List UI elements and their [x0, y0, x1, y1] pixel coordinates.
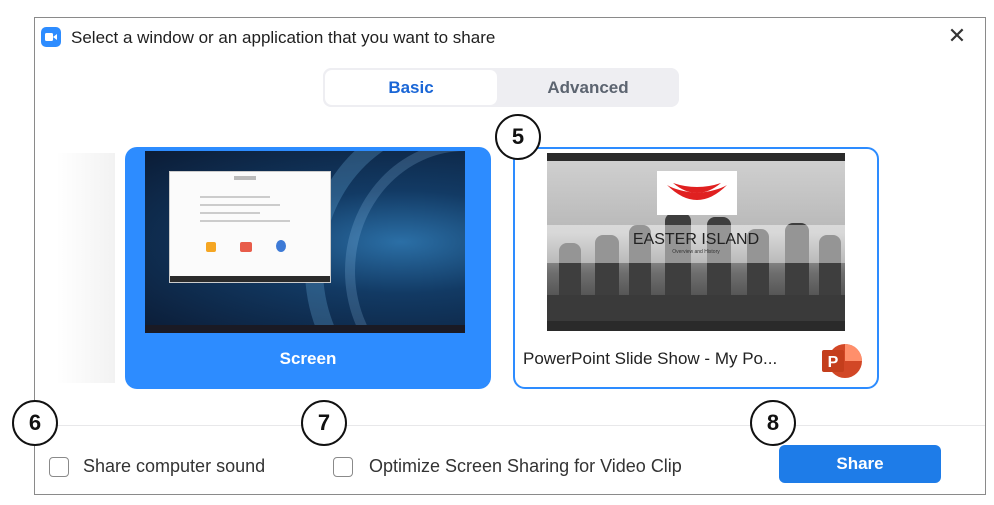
footer-divider	[35, 425, 985, 426]
share-option-powerpoint[interactable]: EASTER ISLAND Overview and History Power…	[513, 147, 879, 389]
share-option-screen[interactable]: Screen	[125, 147, 491, 389]
slide-title: EASTER ISLAND	[632, 231, 760, 248]
slide-subtitle: Overview and History	[672, 249, 720, 255]
share-sound-checkbox[interactable]	[49, 457, 69, 477]
share-sound-label: Share computer sound	[83, 456, 266, 476]
callout-badge-7: 7	[301, 400, 347, 446]
ppt-window-titlebar	[547, 153, 845, 161]
svg-text:P: P	[828, 354, 839, 371]
screen-label: Screen	[279, 349, 337, 368]
title-bar: Select a window or an application that y…	[35, 18, 985, 58]
tab-bar: Basic Advanced	[323, 68, 679, 107]
callout-badge-5: 5	[495, 114, 541, 160]
optimize-video-label: Optimize Screen Sharing for Video Clip	[369, 456, 682, 476]
desktop-window-preview	[169, 171, 331, 283]
tab-advanced[interactable]: Advanced	[499, 70, 677, 105]
rapa-nui-flag	[657, 171, 737, 215]
zoom-video-icon	[41, 27, 61, 47]
powerpoint-label: PowerPoint Slide Show - My Po...	[523, 349, 778, 368]
callout-badge-8: 8	[750, 400, 796, 446]
slide-ground	[547, 295, 845, 321]
scroll-shadow	[55, 153, 115, 383]
tab-basic[interactable]: Basic	[325, 70, 497, 105]
callout-badge-6: 6	[12, 400, 58, 446]
ppt-window-statusbar	[547, 321, 845, 331]
close-icon[interactable]: ✕	[945, 24, 969, 48]
optimize-video-checkbox[interactable]	[333, 457, 353, 477]
share-screen-dialog: Select a window or an application that y…	[34, 17, 986, 495]
taskbar-preview	[145, 325, 465, 333]
share-button[interactable]: Share	[779, 445, 941, 483]
screen-preview	[145, 151, 465, 333]
powerpoint-icon: P	[819, 339, 863, 383]
dialog-title: Select a window or an application that y…	[71, 28, 496, 47]
powerpoint-preview: EASTER ISLAND Overview and History	[547, 153, 845, 331]
